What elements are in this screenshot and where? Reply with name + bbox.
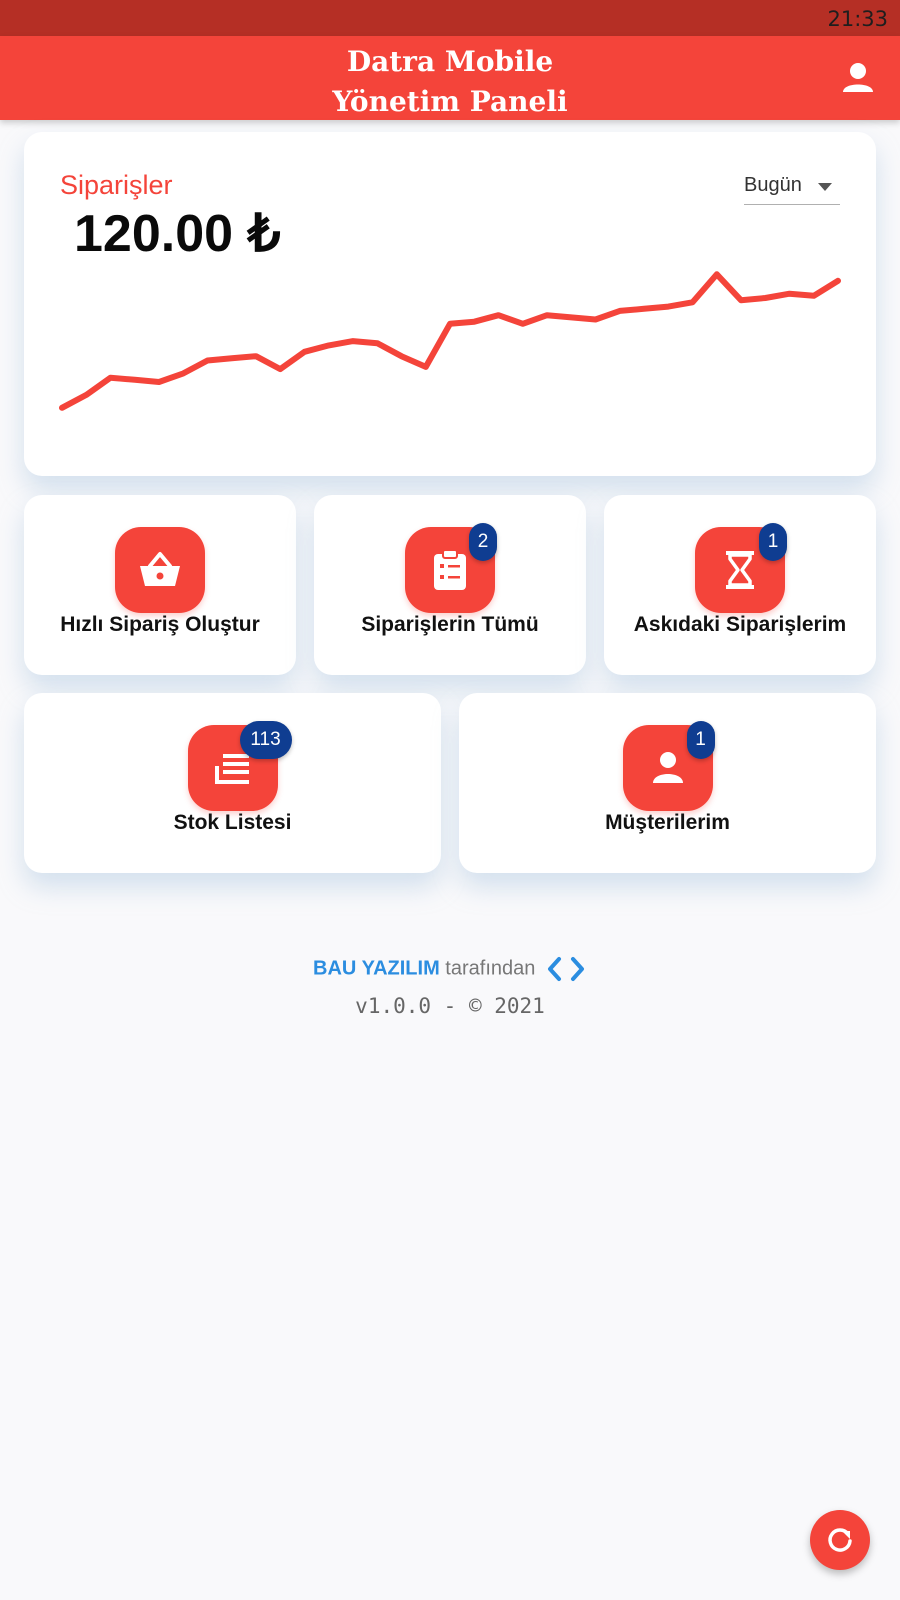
orders-total: 120.00 ₺ bbox=[74, 205, 281, 263]
orders-series-line bbox=[59, 271, 841, 411]
refresh-button[interactable] bbox=[810, 1510, 870, 1570]
orders-chart-card: Siparişler 120.00 ₺ Bugün bbox=[24, 132, 876, 476]
tile-label: Stok Listesi bbox=[173, 811, 292, 834]
brand-link[interactable]: BAU YAZILIM bbox=[313, 957, 440, 979]
hourglass-icon bbox=[726, 551, 754, 589]
tile-label: Müşterilerim bbox=[605, 811, 730, 834]
tile-label: Siparişlerin Tümü bbox=[361, 613, 539, 636]
profile-button[interactable] bbox=[840, 60, 876, 96]
chart-title: Siparişler bbox=[60, 170, 173, 200]
status-bar: 21:33 bbox=[0, 0, 900, 36]
person-icon bbox=[843, 63, 873, 92]
basket-icon bbox=[140, 552, 180, 586]
caret-down-icon bbox=[818, 183, 832, 191]
refresh-icon bbox=[828, 1528, 852, 1552]
stock-count-badge: 113 bbox=[239, 721, 292, 759]
person-icon bbox=[652, 752, 683, 783]
tile-customers[interactable]: 1 Müşterilerim bbox=[459, 693, 876, 873]
customers-icon-button: 1 bbox=[622, 721, 715, 811]
all-orders-icon-button: 2 bbox=[405, 523, 497, 613]
status-time: 21:33 bbox=[827, 7, 888, 31]
app-bar: Datra Mobile Yönetim Paneli bbox=[0, 36, 900, 120]
stack-icon bbox=[214, 754, 249, 784]
tile-all-orders[interactable]: 2 Siparişlerin Tümü bbox=[314, 495, 586, 675]
tile-label: Hızlı Sipariş Oluştur bbox=[60, 613, 260, 636]
tile-pending-orders[interactable]: 1 Askıdaki Siparişlerim bbox=[604, 495, 876, 675]
period-dropdown[interactable]: Bugün bbox=[744, 174, 840, 205]
app-title: Datra Mobile Yönetim Paneli bbox=[0, 42, 900, 122]
period-selected-value: Bugün bbox=[744, 174, 802, 196]
version-text: v1.0.0 - © 2021 bbox=[355, 994, 545, 1018]
app-title-line2: Yönetim Paneli bbox=[332, 85, 568, 118]
app-title-line1: Datra Mobile bbox=[346, 45, 554, 78]
all-orders-badge: 2 bbox=[469, 523, 497, 561]
footer-credit: BAU YAZILIM tarafından bbox=[0, 956, 900, 982]
tile-label: Askıdaki Siparişlerim bbox=[633, 613, 847, 636]
customers-badge: 1 bbox=[686, 721, 715, 759]
stock-list-icon-button: 113 bbox=[187, 721, 292, 811]
pending-orders-icon-button: 1 bbox=[695, 523, 787, 613]
pending-orders-badge: 1 bbox=[759, 523, 787, 561]
code-brackets-icon bbox=[547, 957, 584, 981]
tile-stock-list[interactable]: 113 Stok Listesi bbox=[24, 693, 441, 873]
clipboard-list-icon bbox=[434, 549, 466, 590]
quick-order-icon-button bbox=[115, 527, 205, 613]
tile-quick-order[interactable]: Hızlı Sipariş Oluştur bbox=[24, 495, 296, 675]
credit-by-text: tarafından bbox=[445, 957, 536, 980]
